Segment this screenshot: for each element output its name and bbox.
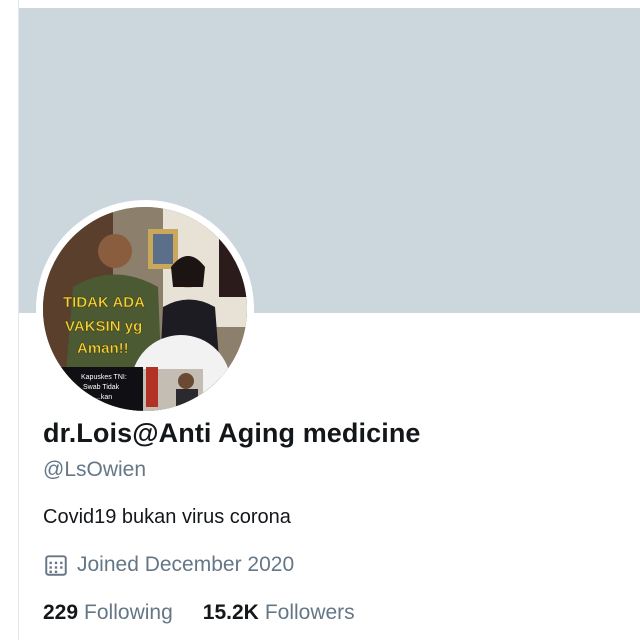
svg-text:...kan: ...kan (95, 394, 112, 401)
followers-count: 15.2K (202, 601, 259, 624)
following-label: Following (84, 601, 173, 624)
profile-bio: Covid19 bukan virus corona (43, 506, 291, 528)
profile-avatar[interactable]: Kapuskes TNI: Swab Tidak ...kan TIDAK AD… (36, 200, 254, 418)
svg-text:Swab Tidak: Swab Tidak (83, 384, 120, 391)
calendar-icon (43, 552, 69, 578)
followers-label: Followers (264, 601, 355, 624)
avatar-image: Kapuskes TNI: Swab Tidak ...kan TIDAK AD… (43, 207, 247, 411)
avatar-text-line-3: Aman!! (77, 340, 129, 357)
profile-display-name: dr.Lois@Anti Aging medicine (43, 418, 421, 448)
following-count: 229 (43, 601, 79, 624)
profile-handle: @LsOwien (43, 458, 147, 481)
profile-stats: 229 Following 15.2K Followers (43, 601, 355, 625)
followers-link[interactable]: 15.2K Followers (203, 601, 355, 625)
page-gutter (0, 0, 18, 640)
avatar-photo: Kapuskes TNI: Swab Tidak ...kan TIDAK AD… (43, 207, 247, 411)
avatar-text-line-2: VAKSIN yg (65, 318, 142, 335)
following-link[interactable]: 229 Following (43, 601, 173, 625)
joined-date-text: Joined December 2020 (77, 553, 295, 576)
svg-text:Kapuskes TNI:: Kapuskes TNI: (81, 374, 127, 381)
avatar-text-line-1: TIDAK ADA (63, 294, 145, 311)
joined-date-row: Joined December 2020 (43, 552, 294, 578)
